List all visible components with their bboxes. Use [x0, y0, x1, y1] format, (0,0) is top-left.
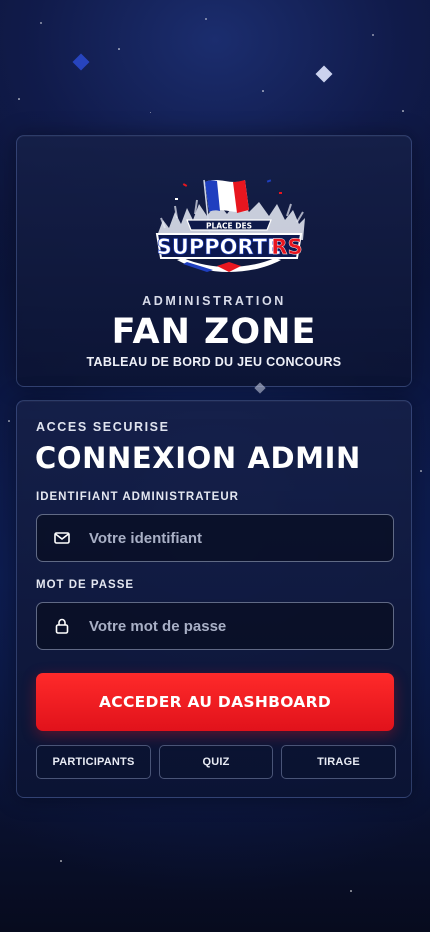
password-label: MOT DE PASSE — [36, 579, 135, 591]
lock-icon — [53, 617, 71, 635]
login-kicker: ACCES SECURISE — [36, 420, 170, 434]
section-label: ADMINISTRATION — [142, 294, 286, 308]
sparkle-icon — [315, 65, 333, 83]
username-input[interactable] — [87, 514, 393, 562]
sparkle-icon — [72, 53, 90, 71]
quick-nav: PARTICIPANTS QUIZ TIRAGE — [36, 745, 396, 779]
username-field[interactable] — [36, 514, 394, 562]
login-title: CONNEXION ADMIN — [35, 441, 361, 475]
page-title: FAN ZONE — [111, 312, 317, 352]
page-subtitle: TABLEAU DE BORD DU JEU CONCOURS — [86, 355, 342, 369]
svg-text:RS: RS — [271, 235, 302, 259]
dashboard-login-button[interactable]: ACCEDER AU DASHBOARD — [36, 673, 394, 731]
username-label: IDENTIFIANT ADMINISTRATEUR — [36, 491, 239, 503]
place-des-supporters-logo: PLACE DES SUPPORTE RS — [155, 179, 305, 272]
nav-quiz-button[interactable]: QUIZ — [159, 745, 273, 779]
nav-participants-button[interactable]: PARTICIPANTS — [36, 745, 151, 779]
svg-text:SUPPORTE: SUPPORTE — [157, 235, 282, 259]
login-card: ACCES SECURISE CONNEXION ADMIN IDENTIFIA… — [16, 400, 412, 798]
mail-icon — [53, 529, 71, 547]
password-field[interactable] — [36, 602, 394, 650]
password-input[interactable] — [87, 602, 393, 650]
nav-tirage-button[interactable]: TIRAGE — [281, 745, 396, 779]
hero-card: PLACE DES SUPPORTE RS ADMINISTRATION FAN… — [16, 135, 412, 387]
svg-text:PLACE DES: PLACE DES — [206, 222, 252, 231]
